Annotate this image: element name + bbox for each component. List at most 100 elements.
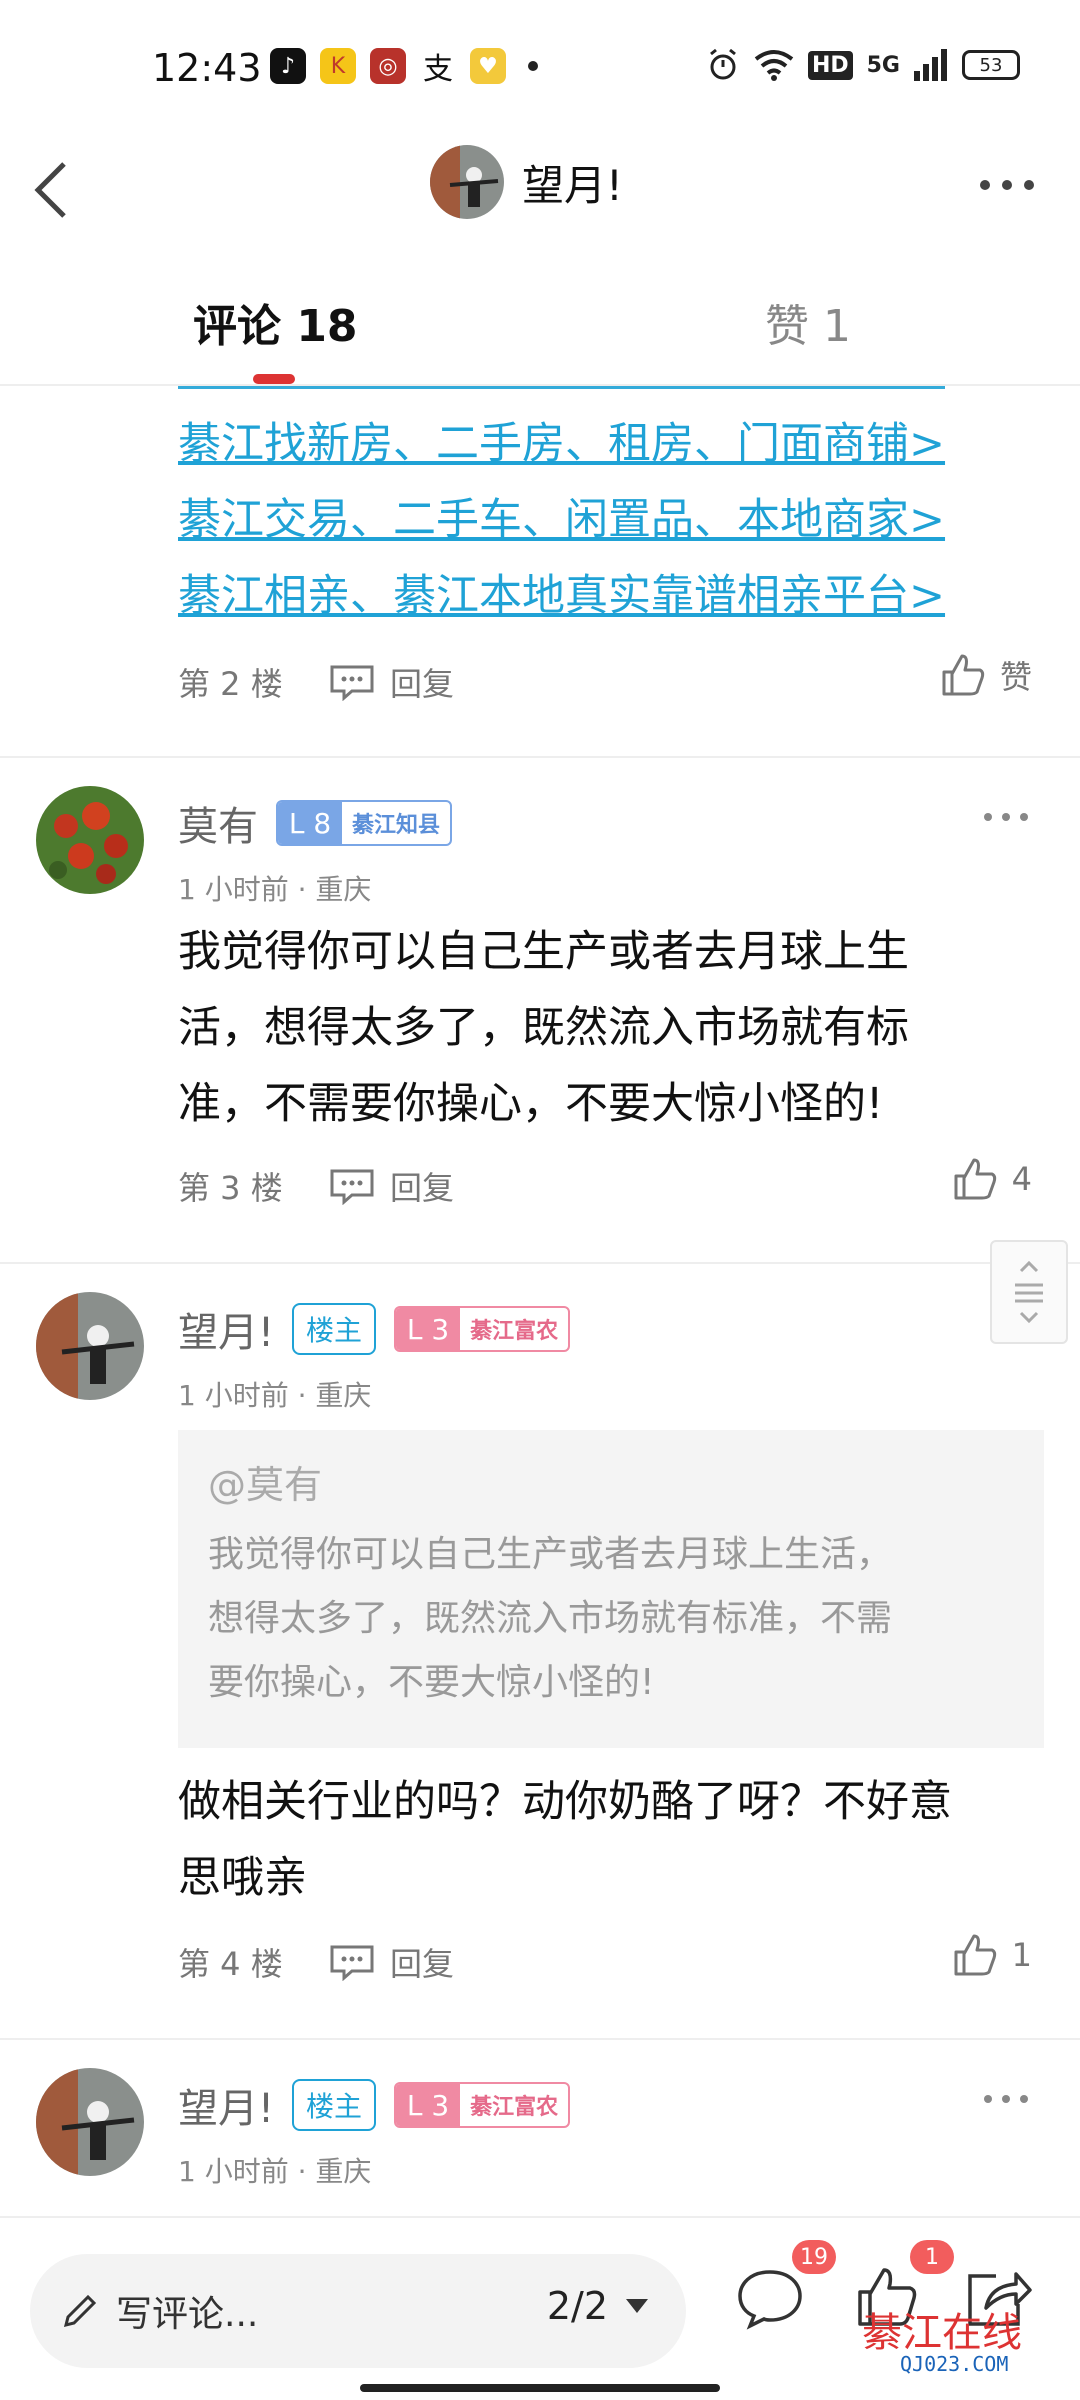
level-number: L 3 <box>396 2084 461 2126</box>
comment-text: 我觉得你可以自己生产或者去月球上生 活，想得太多了，既然流入市场就有标 准，不需… <box>178 914 1038 1142</box>
floor-number: 第 4 楼 <box>178 1945 283 1983</box>
tab-comments[interactable]: 评论 18 <box>193 290 358 354</box>
header: 望月! <box>0 140 1080 240</box>
author-info[interactable]: 望月! <box>430 145 623 219</box>
user-avatar[interactable] <box>36 786 144 894</box>
username[interactable]: 望月! <box>178 1300 274 1358</box>
level-number: L 8 <box>278 802 342 844</box>
reply-icon <box>330 1169 374 1205</box>
comment-count-badge: 19 <box>792 2240 836 2274</box>
reply-button[interactable]: 回复 <box>328 1939 454 1985</box>
fast-scroll-handle[interactable] <box>990 1240 1068 1344</box>
quote-line: 我觉得你可以自己生产或者去月球上生活， <box>208 1534 893 1575</box>
level-title: 綦江富农 <box>470 1319 559 1344</box>
quote-line: 要你操心，不要大惊小怪的! <box>208 1662 655 1703</box>
divider <box>0 2038 1080 2040</box>
alarm-icon <box>710 48 736 80</box>
reply-label: 回复 <box>390 665 455 703</box>
tab-indicator <box>253 374 295 384</box>
network-label: 5G <box>866 52 900 78</box>
comment-line: 做相关行业的吗？动你奶酪了呀？不好意 <box>178 1777 952 1827</box>
comment-footer: 第 4 楼 回复 1 <box>178 1932 1048 1992</box>
signal-icon <box>914 49 947 81</box>
tiktok-icon: ♪ <box>270 48 306 84</box>
comment-header: 望月! 楼主 L 3 綦江富农 <box>178 1300 571 1358</box>
pencil-icon <box>63 2294 97 2328</box>
thumbs-up-icon <box>954 1158 996 1200</box>
like-count-badge: 1 <box>910 2240 954 2274</box>
comment-line: 准，不需要你操心，不要大惊小怪的! <box>178 1079 884 1129</box>
username[interactable]: 望月! <box>178 2076 274 2134</box>
reply-icon <box>330 1945 374 1981</box>
more-icon <box>980 180 1034 190</box>
page-indicator: 2/2 <box>546 2284 608 2328</box>
comment-line: 我觉得你可以自己生产或者去月球上生 <box>178 927 909 977</box>
like-button[interactable]: 4 <box>952 1156 1032 1202</box>
comment-more-button[interactable] <box>976 802 1036 832</box>
thumbs-up-icon <box>942 654 985 696</box>
more-notifications-dot <box>528 61 538 71</box>
system-status: HD 5G 53 <box>706 48 1020 82</box>
coupon-app-icon: ♥ <box>470 48 506 84</box>
more-options-button[interactable] <box>972 160 1042 210</box>
divider <box>0 756 1080 758</box>
like-count: 1 <box>1011 1936 1032 1974</box>
write-comment-placeholder: 写评论... <box>116 2294 259 2335</box>
reply-button[interactable]: 回复 <box>328 659 454 705</box>
reply-icon <box>330 665 374 701</box>
bank-app-icon: ◎ <box>370 48 406 84</box>
comment-list: 綦江找工作、招人才、綦江在线招聘网> 綦江找新房、二手房、租房、门面商铺> 綦江… <box>0 386 1080 2216</box>
wifi-icon <box>754 50 794 81</box>
quoted-username: @莫有 <box>208 1463 323 1507</box>
level-badge: L 3 綦江富农 <box>394 2082 571 2128</box>
level-badge: L 8 綦江知县 <box>276 800 453 846</box>
like-button[interactable]: 赞 <box>940 652 1032 698</box>
hd-badge: HD <box>807 50 853 80</box>
user-avatar[interactable] <box>36 1292 144 1400</box>
battery-level: 53 <box>979 54 1003 76</box>
watermark-logo: 綦江在线 <box>862 2310 1022 2356</box>
watermark-url: QJ023.COM <box>900 2352 1009 2376</box>
owner-badge: 楼主 <box>292 1303 377 1355</box>
floor-number: 第 3 楼 <box>178 1169 283 1207</box>
quoted-comment[interactable]: @莫有 我觉得你可以自己生产或者去月球上生活， 想得太多了，既然流入市场就有标准… <box>178 1430 1044 1748</box>
comment-meta: 1 小时前 · 重庆 <box>178 2155 372 2188</box>
user-avatar[interactable] <box>36 2068 144 2176</box>
comments-button[interactable]: 19 <box>730 2240 836 2338</box>
page-selector[interactable]: 2/2 <box>547 2284 650 2328</box>
write-comment-input[interactable]: 写评论... 2/2 <box>30 2254 686 2368</box>
level-title: 綦江知县 <box>352 813 441 838</box>
divider <box>0 1262 1080 1264</box>
status-time: 12:43 <box>152 46 262 90</box>
caret-down-icon <box>626 2299 648 2313</box>
reply-label: 回复 <box>390 1945 455 1983</box>
reply-button[interactable]: 回复 <box>328 1163 454 1209</box>
thumbs-up-icon <box>954 1934 996 1976</box>
back-button[interactable] <box>22 150 82 230</box>
promo-links: 綦江找工作、招人才、綦江在线招聘网> 綦江找新房、二手房、租房、门面商铺> 綦江… <box>178 386 945 634</box>
author-avatar <box>430 145 504 219</box>
comment-more-button[interactable] <box>976 2084 1036 2114</box>
username[interactable]: 莫有 <box>178 794 258 852</box>
promo-link[interactable]: 綦江交易、二手车、闲置品、本地商家> <box>178 482 945 558</box>
comment-header: 莫有 L 8 綦江知县 <box>178 794 453 852</box>
tab-likes[interactable]: 赞 1 <box>765 290 851 354</box>
like-button[interactable]: 1 <box>952 1932 1032 1978</box>
promo-link-cutoff[interactable]: 綦江找工作、招人才、綦江在线招聘网> <box>178 386 945 406</box>
more-icon <box>984 813 1028 821</box>
kuaishou-icon: K <box>320 48 356 84</box>
promo-link[interactable]: 綦江找新房、二手房、租房、门面商铺> <box>178 406 945 482</box>
promo-link[interactable]: 綦江相亲、綦江本地真实靠谱相亲平台> <box>178 558 945 634</box>
home-indicator[interactable] <box>360 2384 720 2392</box>
alipay-icon: 支 <box>420 48 456 87</box>
level-number: L 3 <box>396 1308 461 1350</box>
comment-line: 活，想得太多了，既然流入市场就有标 <box>178 1003 909 1053</box>
status-bar: 12:43 ♪ K ◎ 支 ♥ HD 5G 53 <box>0 0 1080 140</box>
comment-meta: 1 小时前 · 重庆 <box>178 1379 372 1412</box>
notification-icons: ♪ K ◎ 支 ♥ <box>270 48 538 87</box>
like-label: 赞 <box>999 658 1032 696</box>
level-title: 綦江富农 <box>470 2095 559 2120</box>
level-badge: L 3 綦江富农 <box>394 1306 571 1352</box>
comment-line: 思哦亲 <box>178 1853 307 1903</box>
like-count: 4 <box>1011 1160 1032 1198</box>
